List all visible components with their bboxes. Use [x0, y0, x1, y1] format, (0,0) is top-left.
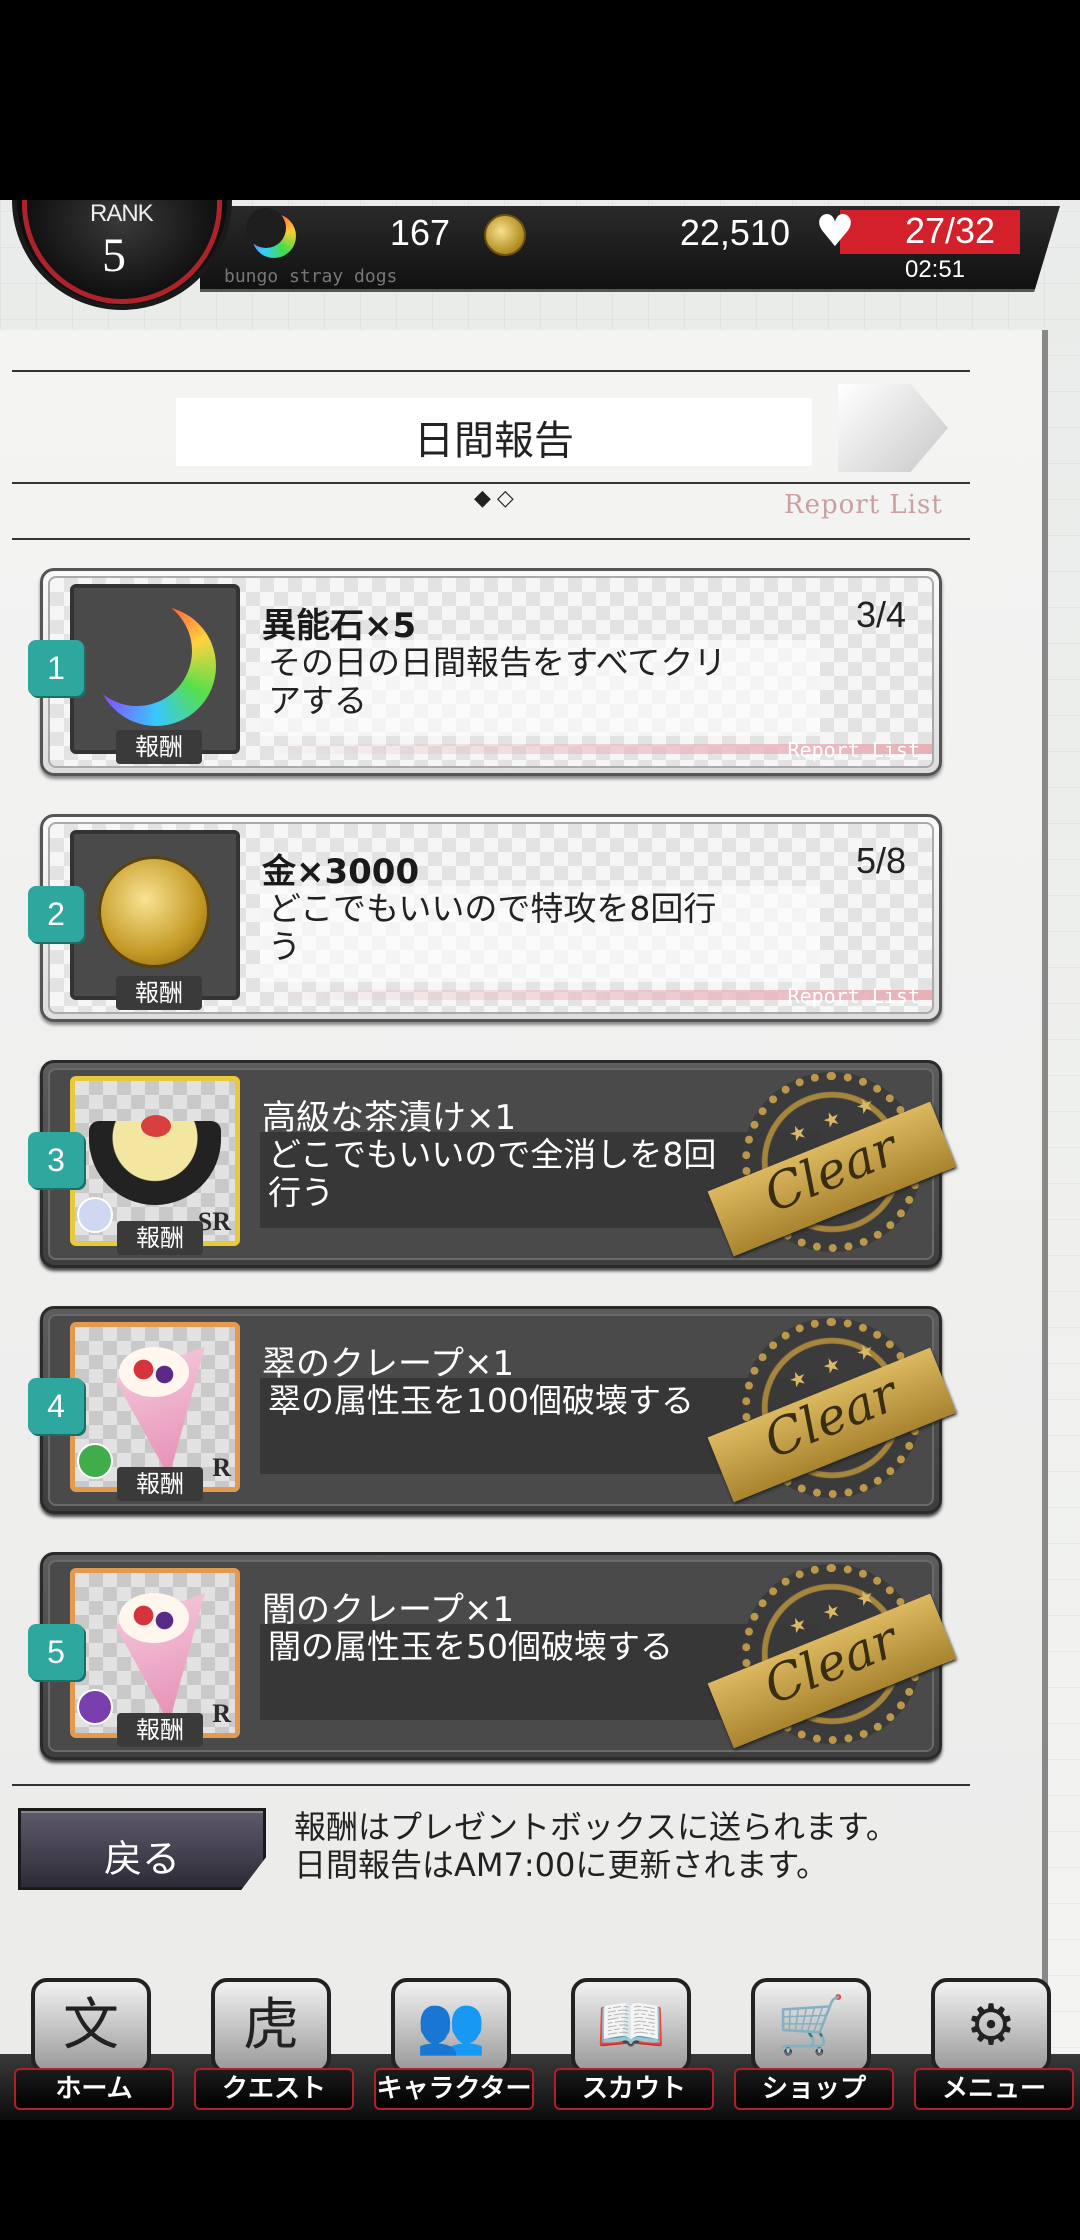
nav-label: ショップ [734, 2068, 894, 2110]
reward-thumbnail: 報酬 [70, 830, 240, 1010]
notice-text: 報酬はプレゼントボックスに送られます。 日間報告はAM7:00に更新されます。 [294, 1808, 898, 1884]
attribute-orb-icon [77, 1197, 113, 1233]
reward-name: 異能石×5 [262, 606, 417, 646]
reward-thumbnail: R 報酬 [70, 1568, 240, 1747]
bottom-letterbox [0, 2120, 1080, 2240]
mission-description: 翠の属性玉を100個破壊する [268, 1381, 694, 1420]
gold-coin-icon [98, 856, 210, 968]
book-icon: 📖 [571, 1978, 691, 2074]
ap-value: 27/32 [904, 210, 996, 251]
mission-card-cleared[interactable]: R 報酬 4 翠のクレープ×1 翠の属性玉を100個破壊する ★ ★ ★ Cle… [28, 1306, 957, 1514]
clear-stamp: ★ ★ ★ Clear [707, 1066, 957, 1262]
chazuke-bowl-icon [89, 1115, 221, 1205]
reward-tag: 報酬 [117, 1221, 203, 1255]
clear-stamp: ★ ★ ★ Clear [707, 1312, 957, 1508]
people-icon: 👥 [391, 1978, 511, 2074]
mission-description: 闇の属性玉を50個破壊する [268, 1627, 673, 1666]
nav-label: スカウト [554, 2068, 714, 2110]
reward-tag: 報酬 [117, 1713, 203, 1747]
gear-icon: ⚙ [931, 1978, 1051, 2074]
top-letterbox [0, 0, 1080, 200]
mission-number: 2 [28, 886, 84, 942]
nav-label: メニュー [914, 2068, 1074, 2110]
coin-icon [484, 214, 526, 256]
mission-number: 1 [28, 640, 84, 696]
divider [12, 1784, 970, 1786]
reward-name: 翠のクレープ×1 [262, 1344, 515, 1384]
mission-description: どこでもいいので全消しを8回行う [268, 1135, 717, 1212]
reward-tag: 報酬 [116, 976, 202, 1010]
nav-shop[interactable]: 🛒 ショップ [726, 1978, 896, 2114]
green-attribute-orb-icon [77, 1443, 113, 1479]
heart-icon: ♥ [815, 206, 855, 257]
mission-description: その日の日間報告をすべてクリアする [268, 643, 727, 720]
game-screen: RANK 5 167 22,510 ♥ 27/32 02:51 bungo st… [0, 200, 1080, 2120]
mission-progress: 5/8 [855, 840, 906, 881]
mission-number: 5 [28, 1624, 84, 1680]
mission-number: 3 [28, 1132, 84, 1188]
reward-tag: 報酬 [117, 1467, 203, 1501]
status-bar: RANK 5 167 22,510 ♥ 27/32 02:51 bungo st… [0, 200, 1080, 310]
nav-quest[interactable]: 虎 クエスト [186, 1978, 356, 2114]
mission-description: どこでもいいので特攻を8回行う [268, 889, 717, 966]
nav-label: キャラクター [374, 2068, 534, 2110]
tagline: bungo stray dogs [224, 266, 398, 287]
reward-name: 金×3000 [262, 852, 420, 892]
mission-card-cleared[interactable]: R 報酬 5 闇のクレープ×1 闇の属性玉を50個破壊する ★ ★ ★ Clea… [28, 1552, 957, 1760]
divider [12, 482, 970, 484]
reward-thumbnail: 報酬 [70, 584, 240, 764]
tiger-icon: 虎 [211, 1978, 331, 2074]
notice-line: 日間報告はAM7:00に更新されます。 [294, 1846, 829, 1884]
bottom-nav: 文 ホーム 虎 クエスト 👥 キャラクター 📖 スカウト 🛒 ショップ ⚙ メニ… [0, 1978, 1080, 2120]
clear-stamp: ★ ★ ★ Clear [707, 1558, 957, 1754]
ability-stone-icon [246, 208, 296, 258]
mission-report-link: Report List [787, 984, 920, 1008]
divider [12, 538, 970, 540]
nav-home[interactable]: 文 ホーム [6, 1978, 176, 2114]
notice-line: 報酬はプレゼントボックスに送られます。 [294, 1808, 898, 1846]
mission-card-cleared[interactable]: SR 報酬 3 高級な茶漬け×1 どこでもいいので全消しを8回行う ★ ★ ★ … [28, 1060, 957, 1268]
reward-name: 高級な茶漬け×1 [262, 1098, 517, 1138]
rarity-label: R [212, 1453, 231, 1482]
reward-name: 闇のクレープ×1 [262, 1590, 515, 1630]
back-button-label: 戻る [103, 1837, 180, 1881]
nav-character[interactable]: 👥 キャラクター [366, 1978, 536, 2114]
divider [12, 370, 970, 372]
rank-value: 5 [102, 229, 126, 282]
rarity-label: R [212, 1699, 231, 1728]
mission-number: 4 [28, 1378, 84, 1434]
ap-timer: 02:51 [904, 256, 966, 283]
nav-label: ホーム [14, 2068, 174, 2110]
mission-progress: 3/4 [855, 594, 906, 635]
next-page-arrow-button[interactable] [838, 384, 948, 472]
dark-attribute-orb-icon [77, 1689, 113, 1725]
report-list-link[interactable]: Report List [784, 490, 943, 520]
reward-thumbnail: R 報酬 [70, 1322, 240, 1501]
nav-menu[interactable]: ⚙ メニュー [906, 1978, 1076, 2114]
mission-card[interactable]: 報酬 1 異能石×5 3/4 その日の日間報告をすべてクリアする Report … [28, 568, 942, 776]
nav-scout[interactable]: 📖 スカウト [546, 1978, 716, 2114]
page-indicator: ◆◇ [474, 486, 520, 511]
moon-stone-icon [82, 596, 216, 726]
nav-label: クエスト [194, 2068, 354, 2110]
reward-thumbnail: SR 報酬 [70, 1076, 240, 1255]
home-icon: 文 [31, 1978, 151, 2074]
page-title: 日間報告 [414, 418, 574, 464]
reward-tag: 報酬 [116, 730, 202, 764]
rank-label: RANK [90, 200, 154, 227]
mission-card[interactable]: 報酬 2 金×3000 5/8 どこでもいいので特攻を8回行う Report L… [28, 814, 942, 1022]
stone-count: 167 [389, 212, 450, 253]
mission-report-link: Report List [787, 738, 920, 762]
cart-icon: 🛒 [751, 1978, 871, 2074]
money-count: 22,510 [679, 212, 790, 253]
